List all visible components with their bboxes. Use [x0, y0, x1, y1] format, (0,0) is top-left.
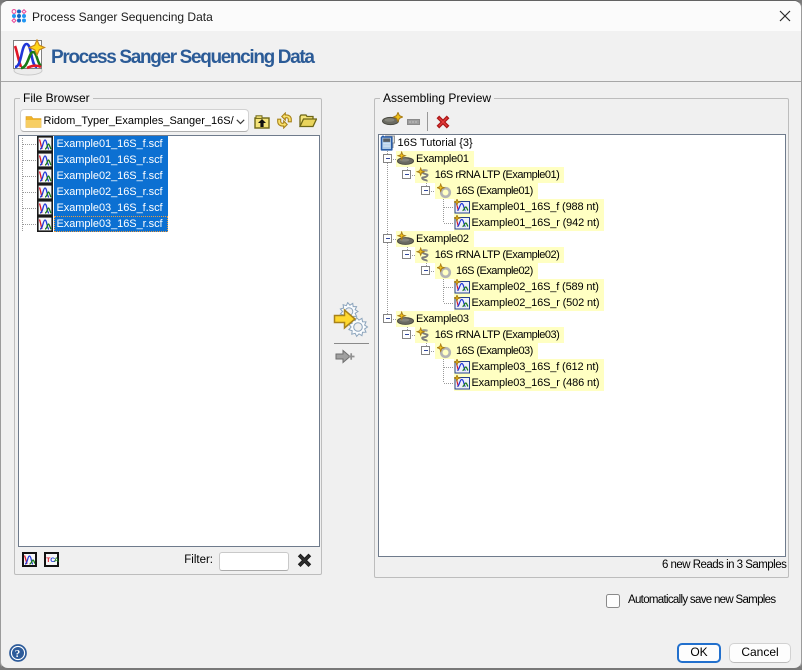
- svg-text:A: A: [54, 557, 59, 564]
- svg-text:?: ?: [15, 648, 20, 660]
